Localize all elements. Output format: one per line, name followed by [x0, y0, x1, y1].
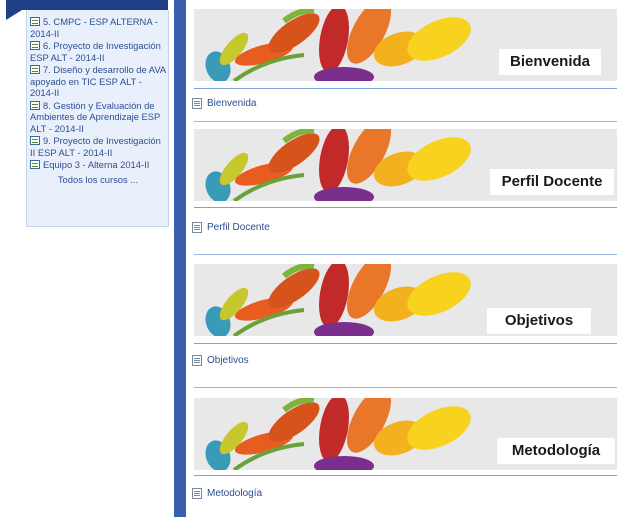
- course-block-header: [6, 0, 168, 10]
- banner-image: Metodología: [194, 398, 617, 470]
- course-icon: [30, 136, 40, 145]
- course-link-diseno-ava[interactable]: 7. Diseño y desarrollo de AVA apoyado en…: [30, 64, 166, 99]
- banner-image: Objetivos: [194, 264, 617, 336]
- course-link-equipo-3[interactable]: Equipo 3 - Alterna 2014-II: [30, 159, 166, 171]
- all-courses-link[interactable]: Todos los cursos ...: [30, 174, 166, 185]
- banner-underline: [194, 207, 617, 208]
- banner-image: Perfil Docente: [194, 129, 617, 201]
- banner-title: Metodología: [497, 438, 615, 464]
- resource-link-objetivos[interactable]: Objetivos: [192, 355, 249, 366]
- section-separator: [194, 121, 617, 122]
- course-link-cmpc[interactable]: 5. CMPC - ESP ALTERNA - 2014-II: [30, 16, 166, 39]
- course-block-notch: [6, 10, 22, 20]
- course-icon: [30, 17, 40, 26]
- course-link-proyecto-investigacion-ii[interactable]: 9. Proyecto de Investigación II ESP ALT …: [30, 135, 166, 158]
- course-link-proyecto-investigacion[interactable]: 6. Proyecto de Investigación ESP ALT - 2…: [30, 40, 166, 63]
- course-icon: [30, 41, 40, 50]
- resource-label: Bienvenida: [207, 98, 257, 109]
- course-label: 7. Diseño y desarrollo de AVA apoyado en…: [30, 64, 166, 98]
- resource-link-bienvenida[interactable]: Bienvenida: [192, 98, 256, 109]
- course-label: 9. Proyecto de Investigación II ESP ALT …: [30, 135, 161, 158]
- banner-image: Bienvenida: [194, 9, 617, 81]
- page-icon: [192, 222, 202, 233]
- page-icon: [192, 98, 202, 109]
- course-link-gestion-evaluacion[interactable]: 8. Gestión y Evaluación de Ambientes de …: [30, 100, 166, 135]
- my-courses-block: 5. CMPC - ESP ALTERNA - 2014-II 6. Proye…: [26, 10, 169, 227]
- banner-underline: [194, 88, 617, 89]
- course-icon: [30, 65, 40, 74]
- column-divider: [174, 0, 186, 517]
- course-label: 5. CMPC - ESP ALTERNA - 2014-II: [30, 16, 158, 39]
- banner-title: Objetivos: [487, 308, 591, 334]
- banner-underline: [194, 343, 617, 344]
- course-content: Bienvenida Bienvenida Perfil Docente Per…: [186, 0, 634, 517]
- page-icon: [192, 355, 202, 366]
- course-label: 8. Gestión y Evaluación de Ambientes de …: [30, 99, 161, 134]
- banner-underline: [194, 475, 617, 476]
- left-column: 5. CMPC - ESP ALTERNA - 2014-II 6. Proye…: [0, 0, 174, 517]
- banner-title: Perfil Docente: [490, 169, 614, 195]
- resource-label: Objetivos: [207, 355, 249, 366]
- course-icon: [30, 160, 40, 169]
- banner-title: Bienvenida: [499, 49, 601, 75]
- section-separator: [194, 387, 617, 388]
- course-label: 6. Proyecto de Investigación ESP ALT - 2…: [30, 40, 161, 63]
- resource-link-metodologia[interactable]: Metodología: [192, 488, 262, 499]
- course-label: Equipo 3 - Alterna 2014-II: [43, 159, 150, 170]
- course-icon: [30, 100, 40, 110]
- resource-label: Metodología: [207, 488, 263, 499]
- resource-link-perfil-docente[interactable]: Perfil Docente: [192, 222, 270, 233]
- section-separator: [194, 254, 617, 255]
- page-icon: [192, 488, 202, 499]
- resource-label: Perfil Docente: [207, 222, 270, 233]
